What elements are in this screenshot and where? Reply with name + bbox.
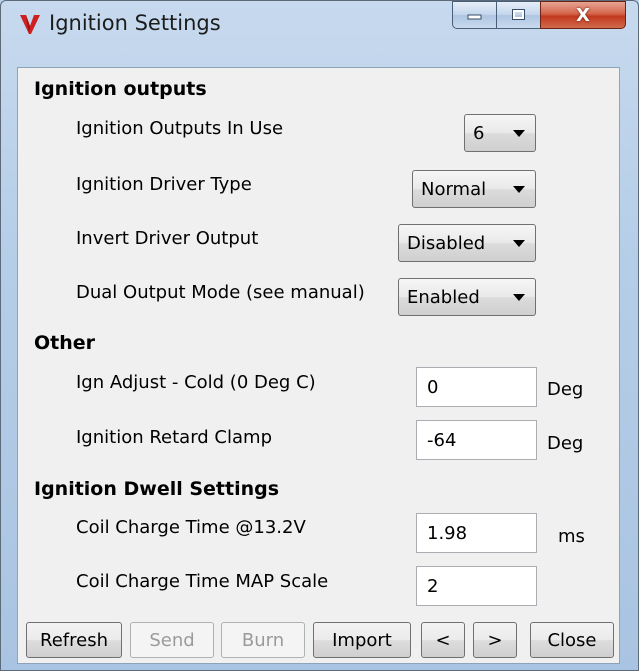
refresh-button[interactable]: Refresh — [26, 622, 122, 658]
coil-charge-time-unit: ms — [558, 526, 585, 547]
title-bar[interactable]: Ignition Settings X — [1, 1, 638, 41]
invert-driver-output-select[interactable]: Disabled — [398, 224, 536, 262]
ignition-driver-type-value: Normal — [421, 178, 487, 200]
section-title-ignition-dwell: Ignition Dwell Settings — [34, 478, 280, 500]
dual-output-mode-select[interactable]: Enabled — [398, 278, 536, 316]
dual-output-mode-label: Dual Output Mode (see manual) — [76, 282, 365, 303]
ignition-retard-clamp-unit: Deg — [547, 433, 584, 454]
ignition-outputs-in-use-label: Ignition Outputs In Use — [76, 118, 284, 139]
send-button[interactable]: Send — [130, 622, 214, 658]
close-button[interactable]: Close — [530, 622, 614, 658]
ign-adjust-cold-unit: Deg — [547, 379, 584, 400]
invert-driver-output-value: Disabled — [407, 232, 486, 254]
next-button[interactable]: > — [473, 622, 517, 658]
ign-adjust-cold-label: Ign Adjust - Cold (0 Deg C) — [76, 372, 316, 393]
coil-charge-time-label: Coil Charge Time @13.2V — [76, 517, 306, 538]
section-title-ignition-outputs: Ignition outputs — [34, 78, 207, 100]
ignition-settings-window: Ignition Settings X Ignition outputs Ign… — [0, 0, 639, 671]
close-window-button[interactable]: X — [540, 1, 626, 29]
settings-panel: Ignition outputs Ignition Outputs In Use… — [17, 67, 620, 664]
ignition-retard-clamp-label: Ignition Retard Clamp — [76, 427, 272, 448]
maximize-icon — [511, 9, 525, 20]
ign-adjust-cold-field[interactable]: 0 — [416, 367, 537, 407]
close-icon: X — [576, 4, 590, 26]
chevron-down-icon — [513, 129, 525, 137]
ignition-driver-type-label: Ignition Driver Type — [76, 174, 252, 195]
section-title-other: Other — [34, 332, 96, 354]
window-title: Ignition Settings — [49, 11, 221, 35]
burn-button[interactable]: Burn — [221, 622, 305, 658]
dual-output-mode-value: Enabled — [407, 286, 480, 308]
ignition-driver-type-select[interactable]: Normal — [412, 170, 536, 208]
maximize-button[interactable] — [496, 1, 540, 29]
chevron-down-icon — [513, 293, 525, 301]
ignition-outputs-in-use-select[interactable]: 6 — [464, 114, 536, 152]
minimize-button[interactable] — [452, 1, 496, 29]
chevron-down-icon — [513, 185, 525, 193]
invert-driver-output-label: Invert Driver Output — [76, 228, 259, 249]
previous-button[interactable]: < — [421, 622, 465, 658]
app-logo-icon — [20, 15, 40, 34]
coil-charge-map-scale-field[interactable]: 2 — [416, 566, 537, 606]
chevron-down-icon — [513, 239, 525, 247]
minimize-icon — [467, 14, 481, 20]
caption-buttons: X — [442, 1, 638, 31]
coil-charge-map-scale-label: Coil Charge Time MAP Scale — [76, 571, 329, 592]
coil-charge-time-field[interactable]: 1.98 — [416, 513, 537, 553]
import-button[interactable]: Import — [313, 622, 411, 658]
ignition-retard-clamp-field[interactable]: -64 — [416, 420, 537, 460]
ignition-outputs-in-use-value: 6 — [473, 122, 485, 144]
